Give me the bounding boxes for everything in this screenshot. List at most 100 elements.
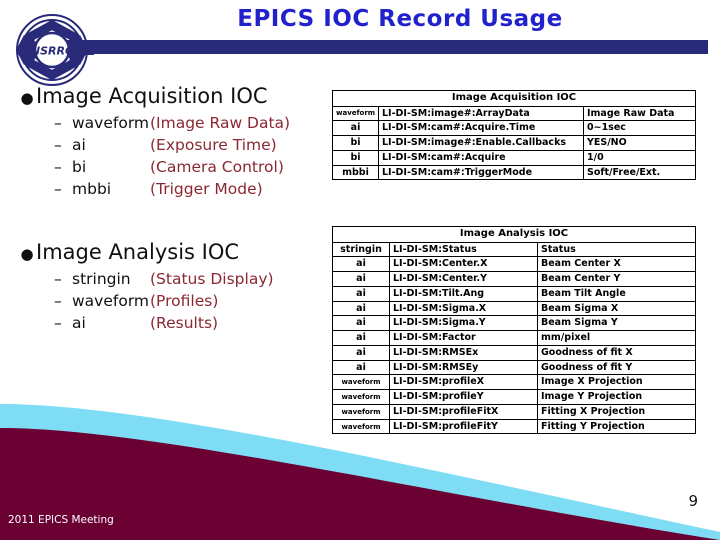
cell-description: mm/pixel bbox=[536, 330, 697, 346]
cell-description: YES/NO bbox=[582, 135, 697, 151]
list-item: – waveform (Image Raw Data) bbox=[54, 112, 328, 134]
bullet-block-acquisition: ● Image Acquisition IOC – waveform (Imag… bbox=[18, 84, 328, 200]
table-body: Image Analysis IOC stringin LI-DI-SM:Stat… bbox=[331, 226, 697, 435]
dash-icon: – bbox=[54, 314, 62, 332]
cell-description: Image X Projection bbox=[536, 374, 697, 391]
cell-pv-name: LI-DI-SM:profileFitY bbox=[389, 418, 538, 435]
nsrrc-logo: NSRRC bbox=[16, 14, 94, 86]
dash-icon: – bbox=[54, 114, 62, 132]
table-row: ai LI-DI-SM:Sigma.X Beam Sigma X bbox=[332, 300, 697, 317]
list-item: – ai (Exposure Time) bbox=[54, 134, 328, 156]
cell-description: Goodness of fit Y bbox=[536, 359, 697, 376]
cell-pv-name: LI-DI-SM:image#:Enable.Callbacks bbox=[378, 135, 584, 151]
cell-description: Status bbox=[536, 241, 697, 258]
cell-pv-name: LI-DI-SM:Center.X bbox=[389, 256, 538, 273]
table-row: waveform LI-DI-SM:profileFitY Fitting Y Pr… bbox=[332, 418, 697, 435]
table-row: waveform LI-DI-SM:profileX Image X Project… bbox=[332, 374, 697, 391]
cell-pv-name: LI-DI-SM:cam#:TriggerMode bbox=[378, 164, 584, 181]
cell-record-type: bi bbox=[332, 135, 379, 151]
header-rule bbox=[62, 40, 708, 54]
list-item: – mbbi (Trigger Mode) bbox=[54, 178, 328, 200]
cell-pv-name: LI-DI-SM:RMSEx bbox=[389, 344, 538, 361]
cell-pv-name: LI-DI-SM:Status bbox=[389, 241, 538, 258]
cell-description: Image Y Projection bbox=[536, 389, 697, 405]
table-row: waveform LI-DI-SM:profileFitX Fitting X Pr… bbox=[332, 403, 697, 420]
cell-description: Beam Tilt Angle bbox=[536, 285, 697, 302]
cell-description: Beam Sigma Y bbox=[536, 315, 697, 332]
cell-record-type: waveform bbox=[332, 418, 390, 435]
cell-pv-name: LI-DI-SM:Sigma.X bbox=[389, 300, 538, 317]
cell-record-type: ai bbox=[332, 285, 390, 302]
table-row: waveform LI-DI-SM:profileY Image Y Project… bbox=[332, 389, 697, 405]
record-desc: (Image Raw Data) bbox=[150, 114, 291, 132]
record-type: waveform bbox=[72, 114, 150, 132]
table-row: ai LI-DI-SM:RMSEx Goodness of fit X bbox=[332, 344, 697, 361]
logo-wordmark: NSRRC bbox=[31, 45, 73, 58]
bullet-content: ● Image Acquisition IOC – waveform (Imag… bbox=[18, 84, 328, 360]
record-desc: (Profiles) bbox=[150, 292, 219, 310]
cell-pv-name: LI-DI-SM:profileY bbox=[389, 389, 538, 405]
cell-record-type: stringin bbox=[332, 241, 390, 258]
bullet-dot-icon: ● bbox=[20, 245, 34, 263]
cell-description: Beam Center Y bbox=[536, 271, 697, 287]
list-item: – bi (Camera Control) bbox=[54, 156, 328, 178]
cell-record-type: waveform bbox=[332, 105, 379, 122]
bullet-heading: ● Image Analysis IOC bbox=[18, 240, 328, 264]
dash-icon: – bbox=[54, 292, 62, 310]
cell-record-type: ai bbox=[332, 300, 390, 317]
table-row: ai LI-DI-SM:Sigma.Y Beam Sigma Y bbox=[332, 315, 697, 332]
bullet-sublist: – stringin (Status Display) – waveform (… bbox=[18, 268, 328, 334]
record-desc: (Exposure Time) bbox=[150, 136, 277, 154]
cell-description: Fitting Y Projection bbox=[536, 418, 697, 435]
record-desc: (Trigger Mode) bbox=[150, 180, 263, 198]
cell-pv-name: LI-DI-SM:Factor bbox=[389, 330, 538, 346]
dash-icon: – bbox=[54, 136, 62, 154]
cell-record-type: ai bbox=[332, 344, 390, 361]
cell-record-type: ai bbox=[332, 359, 390, 376]
table-row: waveform LI-DI-SM:image#:ArrayData Image R… bbox=[332, 105, 697, 122]
table-caption: Image Analysis IOC bbox=[331, 226, 697, 243]
table-body: Image Acquisition IOC waveform LI-DI-SM:i… bbox=[331, 90, 697, 181]
table-caption: Image Acquisition IOC bbox=[331, 90, 697, 107]
bullet-block-analysis: ● Image Analysis IOC – stringin (Status … bbox=[18, 240, 328, 334]
cell-pv-name: LI-DI-SM:profileX bbox=[389, 374, 538, 391]
cell-record-type: ai bbox=[332, 256, 390, 273]
cell-pv-name: LI-DI-SM:cam#:Acquire.Time bbox=[378, 120, 584, 137]
record-type: waveform bbox=[72, 292, 150, 310]
record-type: ai bbox=[72, 314, 86, 332]
table-row: bi LI-DI-SM:cam#:Acquire 1/0 bbox=[332, 149, 697, 166]
table-image-acquisition-ioc: Image Acquisition IOC waveform LI-DI-SM:i… bbox=[331, 90, 697, 181]
cell-description: Soft/Free/Ext. bbox=[582, 164, 697, 181]
list-item: – waveform (Profiles) bbox=[54, 290, 328, 312]
table-row: bi LI-DI-SM:image#:Enable.Callbacks YES/NO bbox=[332, 135, 697, 151]
table-row: ai LI-DI-SM:Factor mm/pixel bbox=[332, 330, 697, 346]
record-desc: (Camera Control) bbox=[150, 158, 284, 176]
table-row: ai LI-DI-SM:cam#:Acquire.Time 0~1sec bbox=[332, 120, 697, 137]
cell-record-type: ai bbox=[332, 330, 390, 346]
record-type: mbbi bbox=[72, 180, 112, 198]
footer-label: 2011 EPICS Meeting bbox=[8, 514, 114, 526]
cell-record-type: waveform bbox=[332, 389, 390, 405]
bullet-heading-label: Image Analysis IOC bbox=[36, 240, 240, 264]
list-item: – stringin (Status Display) bbox=[54, 268, 328, 290]
cell-pv-name: LI-DI-SM:profileFitX bbox=[389, 403, 538, 420]
cell-pv-name: LI-DI-SM:Center.Y bbox=[389, 271, 538, 287]
cell-record-type: mbbi bbox=[332, 164, 379, 181]
table-image-analysis-ioc: Image Analysis IOC stringin LI-DI-SM:Stat… bbox=[331, 226, 697, 435]
record-type: bi bbox=[72, 158, 87, 176]
cell-record-type: ai bbox=[332, 315, 390, 332]
cell-record-type: waveform bbox=[332, 403, 390, 420]
table-row: stringin LI-DI-SM:Status Status bbox=[332, 241, 697, 258]
dash-icon: – bbox=[54, 270, 62, 288]
record-desc: (Status Display) bbox=[150, 270, 274, 288]
table-row: ai LI-DI-SM:Center.X Beam Center X bbox=[332, 256, 697, 273]
record-type: stringin bbox=[72, 270, 131, 288]
cell-description: 1/0 bbox=[582, 149, 697, 166]
cell-description: Goodness of fit X bbox=[536, 344, 697, 361]
page-number: 9 bbox=[688, 492, 698, 510]
dash-icon: – bbox=[54, 158, 62, 176]
record-type: ai bbox=[72, 136, 86, 154]
cell-description: Image Raw Data bbox=[582, 105, 697, 122]
list-item: – ai (Results) bbox=[54, 312, 328, 334]
cell-pv-name: LI-DI-SM:image#:ArrayData bbox=[378, 105, 584, 122]
